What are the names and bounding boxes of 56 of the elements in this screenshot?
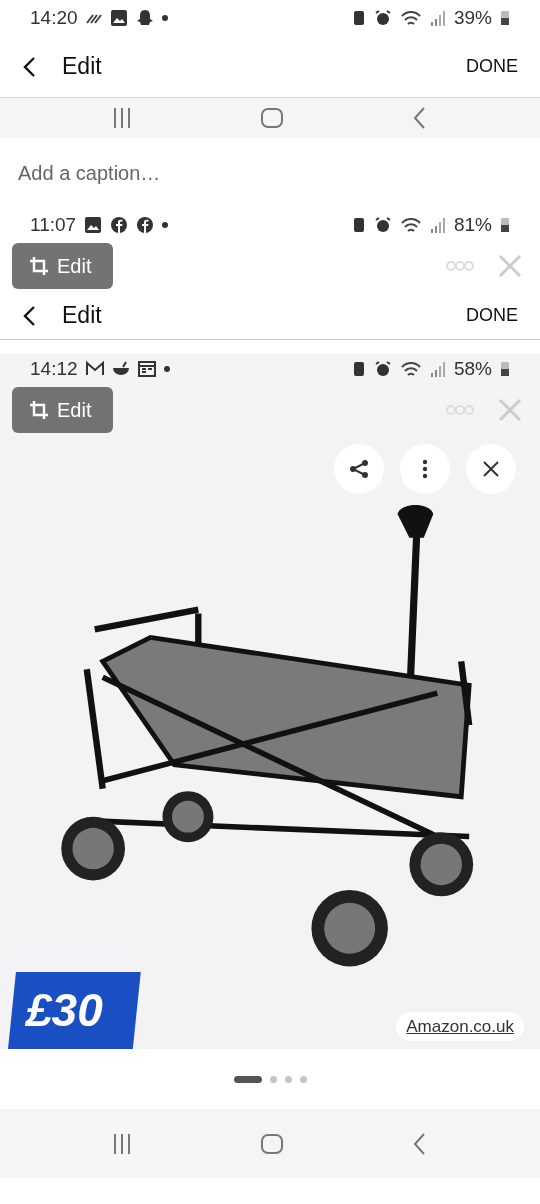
battery-percent: 39% <box>453 5 492 30</box>
signal-icon <box>429 360 446 378</box>
gallery-icon <box>109 9 128 27</box>
wifi-icon <box>399 360 422 378</box>
clock-time: 14:12 <box>30 356 78 381</box>
signal-icon <box>429 216 446 234</box>
screen-title: Edit <box>62 301 102 331</box>
signal-icon <box>429 9 446 27</box>
close-button[interactable] <box>466 444 516 494</box>
wifi-icon <box>399 216 422 234</box>
dot-icon <box>161 15 168 21</box>
battery-percent: 58% <box>453 356 492 381</box>
alarm-icon <box>373 216 392 234</box>
back-icon <box>22 305 38 328</box>
price-tag: £30 <box>8 972 141 1049</box>
alarm-icon <box>373 9 392 27</box>
edit-button[interactable]: Edit <box>12 387 113 433</box>
battery-icon <box>500 216 510 234</box>
facebook-icon <box>110 216 129 234</box>
clock-time: 14:20 <box>30 5 78 30</box>
alarm-icon <box>373 360 392 378</box>
wifi-icon <box>399 9 422 27</box>
recent-apps-icon[interactable] <box>112 1132 131 1155</box>
battery-percent: 81% <box>453 212 492 237</box>
close-icon <box>482 460 500 478</box>
clock-time: 11:07 <box>30 212 77 237</box>
dot-icon <box>163 366 170 372</box>
home-icon[interactable] <box>260 107 284 129</box>
mail-icon <box>85 360 104 378</box>
page-indicator-dot[interactable] <box>269 1075 277 1083</box>
page-indicator-dot[interactable] <box>284 1075 292 1083</box>
recent-apps-icon[interactable] <box>112 107 131 129</box>
back-icon[interactable] <box>413 107 428 129</box>
facebook-icon <box>136 216 155 234</box>
home-icon[interactable] <box>260 1132 284 1155</box>
back-button[interactable] <box>22 303 38 328</box>
done-button[interactable]: DONE <box>466 302 518 329</box>
done-button[interactable]: DONE <box>466 53 518 80</box>
gallery-icon <box>84 216 103 234</box>
back-button[interactable] <box>22 54 38 79</box>
back-icon <box>22 56 38 79</box>
calendar-icon <box>137 360 156 378</box>
page-indicator-dot[interactable] <box>299 1075 307 1083</box>
battery-icon <box>500 360 510 378</box>
more-vertical-icon <box>422 459 428 479</box>
screen-title: Edit <box>62 52 102 82</box>
dot-icon <box>162 222 169 228</box>
source-link[interactable]: Amazon.co.uk <box>396 1011 524 1041</box>
share-icon <box>349 459 369 479</box>
crop-icon <box>29 256 49 276</box>
crop-icon <box>29 400 49 420</box>
bowl-icon <box>111 360 130 378</box>
back-icon[interactable] <box>413 1132 428 1155</box>
edit-button[interactable]: Edit <box>12 243 113 289</box>
battery-icon <box>500 9 510 27</box>
share-button[interactable] <box>334 444 384 494</box>
